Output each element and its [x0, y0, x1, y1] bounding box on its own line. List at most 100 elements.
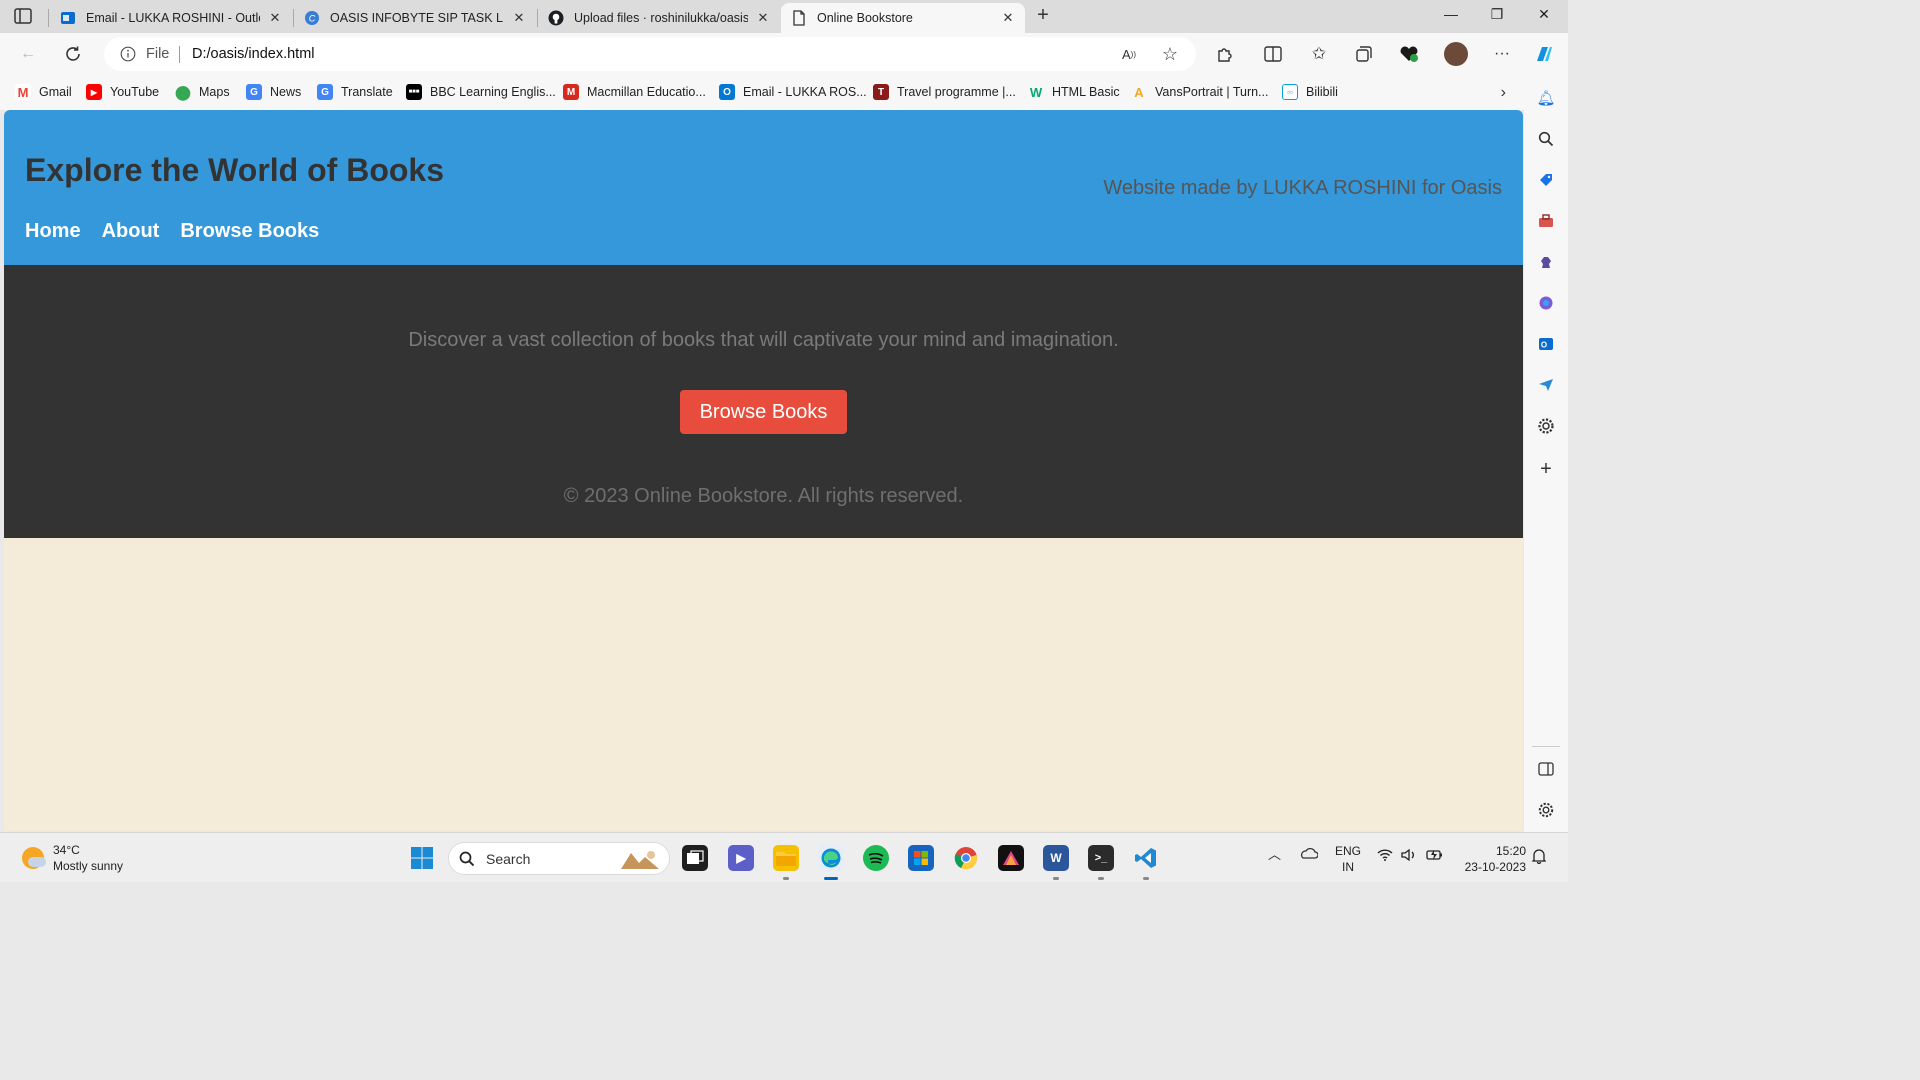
close-icon[interactable]: ✕ — [756, 11, 770, 25]
drop-icon[interactable] — [1536, 375, 1556, 395]
close-icon[interactable]: ✕ — [1001, 11, 1015, 25]
nav-home-link[interactable]: Home — [25, 220, 81, 243]
clock[interactable]: 15:20 23-10-2023 — [1458, 843, 1526, 875]
github-icon — [548, 10, 564, 26]
shopping-icon[interactable] — [1536, 170, 1556, 190]
translate-icon: G — [317, 84, 333, 100]
weather-sun-icon — [22, 847, 46, 869]
search-icon[interactable] — [1536, 129, 1556, 149]
tab-oasis-task-list[interactable]: C OASIS INFOBYTE SIP TASK LIST ✕ — [294, 3, 536, 33]
vscode-icon[interactable] — [1133, 845, 1159, 871]
task-view-icon[interactable] — [682, 845, 708, 871]
chevron-right-icon[interactable]: › — [1501, 84, 1506, 102]
minimize-icon[interactable]: — — [1440, 6, 1462, 26]
more-options-icon[interactable]: ··· — [1491, 43, 1513, 65]
taskbar-search[interactable]: Search — [448, 842, 670, 875]
gmail-icon: M — [15, 84, 31, 100]
language-code: ENG — [1334, 844, 1361, 858]
tab-online-bookstore[interactable]: Online Bookstore ✕ — [781, 3, 1025, 33]
favorite-gmail[interactable]: M Gmail — [15, 84, 72, 100]
onedrive-icon[interactable] — [1298, 846, 1319, 864]
microsoft-365-icon[interactable] — [1536, 293, 1556, 313]
copilot-icon[interactable] — [1533, 43, 1555, 65]
browse-books-button[interactable]: Browse Books — [680, 390, 847, 434]
collections-icon[interactable] — [1353, 43, 1375, 65]
favorite-label: Email - LUKKA ROS... — [743, 85, 867, 99]
terminal-icon[interactable]: >_ — [1088, 845, 1114, 871]
teams-chat-icon[interactable]: ▶ — [728, 845, 754, 871]
add-icon[interactable]: + — [1536, 458, 1556, 480]
hide-sidebar-icon[interactable] — [1536, 759, 1556, 779]
language-indicator[interactable]: ENG IN — [1334, 843, 1362, 875]
volume-icon[interactable] — [1401, 848, 1417, 866]
favorite-maps[interactable]: ⬤ Maps — [175, 83, 230, 100]
close-icon[interactable]: ✕ — [268, 11, 282, 25]
file-explorer-icon[interactable] — [773, 845, 799, 871]
favorite-html-basic[interactable]: W HTML Basic — [1028, 84, 1120, 100]
extensions-icon[interactable] — [1214, 43, 1236, 65]
site-info-icon[interactable] — [120, 46, 136, 62]
tab-github-upload[interactable]: Upload files · roshinilukka/oasis-i ✕ — [538, 3, 780, 33]
favorite-bbc[interactable]: ■■■ BBC Learning Englis... — [406, 84, 556, 100]
active-app-indicator — [824, 877, 838, 880]
tab-label: Upload files · roshinilukka/oasis-i — [574, 11, 748, 25]
browser-toolbar: ← File D:/oasis/index.html A)) ☆ ✩ ··· — [0, 33, 1568, 75]
favorite-label: HTML Basic — [1052, 85, 1120, 99]
tools-icon[interactable] — [1536, 211, 1556, 231]
split-screen-icon[interactable] — [1262, 43, 1284, 65]
profile-avatar[interactable] — [1444, 42, 1468, 66]
footer-copyright: © 2023 Online Bookstore. All rights rese… — [563, 485, 964, 507]
word-icon[interactable]: W — [1043, 845, 1069, 871]
chrome-icon[interactable] — [953, 845, 979, 871]
microsoft-store-icon[interactable] — [908, 845, 934, 871]
browser-essentials-icon[interactable] — [1398, 43, 1420, 65]
url-text[interactable]: D:/oasis/index.html — [192, 46, 315, 62]
outlook-icon[interactable]: O — [1536, 334, 1556, 354]
favorite-news[interactable]: G News — [246, 84, 301, 100]
settings-gear-icon[interactable] — [1536, 416, 1556, 436]
favorite-travel[interactable]: T Travel programme |... — [873, 84, 1016, 100]
bilibili-icon: ▫▫ — [1282, 84, 1298, 100]
favorite-outlook[interactable]: O Email - LUKKA ROS... — [719, 84, 867, 100]
nav-about-link[interactable]: About — [102, 220, 160, 243]
favorite-bilibili[interactable]: ▫▫ Bilibili — [1282, 84, 1338, 100]
battery-charging-icon[interactable] — [1426, 848, 1444, 866]
favorite-star-icon[interactable]: ☆ — [1159, 43, 1181, 65]
favorite-label: Maps — [199, 85, 230, 99]
hero-section: Discover a vast collection of books that… — [4, 265, 1523, 538]
new-tab-icon[interactable]: + — [1032, 5, 1054, 27]
show-hidden-icons-chevron-up-icon[interactable]: ︿ — [1268, 847, 1281, 863]
tab-outlook[interactable]: Email - LUKKA ROSHINI - Outlook ✕ — [50, 3, 292, 33]
favorite-vansportrait[interactable]: A VansPortrait | Turn... — [1131, 84, 1268, 100]
favorite-macmillan[interactable]: M Macmillan Educatio... — [563, 84, 706, 100]
refresh-icon[interactable] — [62, 43, 84, 65]
tab-actions-icon[interactable] — [14, 8, 32, 24]
edge-icon[interactable] — [818, 845, 844, 871]
wifi-icon[interactable] — [1377, 848, 1393, 865]
notifications-icon[interactable]: 🔔︎ — [1536, 88, 1556, 108]
back-icon[interactable]: ← — [17, 43, 39, 65]
favorite-youtube[interactable]: ▶ YouTube — [86, 84, 159, 100]
svg-text:C: C — [309, 14, 316, 24]
affinity-icon[interactable] — [998, 845, 1024, 871]
favorites-icon[interactable]: ✩ — [1308, 43, 1330, 65]
restore-icon[interactable]: ❐ — [1486, 6, 1508, 26]
tab-label: OASIS INFOBYTE SIP TASK LIST — [330, 11, 504, 25]
read-aloud-icon[interactable]: A)) — [1118, 43, 1140, 65]
page-viewport: Explore the World of Books Website made … — [4, 110, 1523, 831]
tab-strip: Email - LUKKA ROSHINI - Outlook ✕ C OASI… — [0, 0, 1568, 33]
notification-bell-icon[interactable] — [1531, 848, 1547, 868]
favorite-translate[interactable]: G Translate — [317, 84, 393, 100]
favorite-label: BBC Learning Englis... — [430, 85, 556, 99]
games-icon[interactable] — [1536, 252, 1556, 272]
nav-browse-books-link[interactable]: Browse Books — [180, 220, 319, 243]
canva-icon: C — [304, 10, 320, 26]
close-icon[interactable]: ✕ — [512, 11, 526, 25]
windows-start-icon[interactable] — [409, 845, 435, 871]
spotify-icon[interactable] — [863, 845, 889, 871]
address-bar[interactable]: File D:/oasis/index.html A)) ☆ — [104, 37, 1196, 71]
weather-widget[interactable]: 34°C Mostly sunny — [22, 842, 123, 874]
maps-icon: ⬤ — [175, 83, 191, 100]
sidebar-settings-icon[interactable] — [1536, 800, 1556, 820]
window-close-icon[interactable]: ✕ — [1533, 6, 1555, 26]
